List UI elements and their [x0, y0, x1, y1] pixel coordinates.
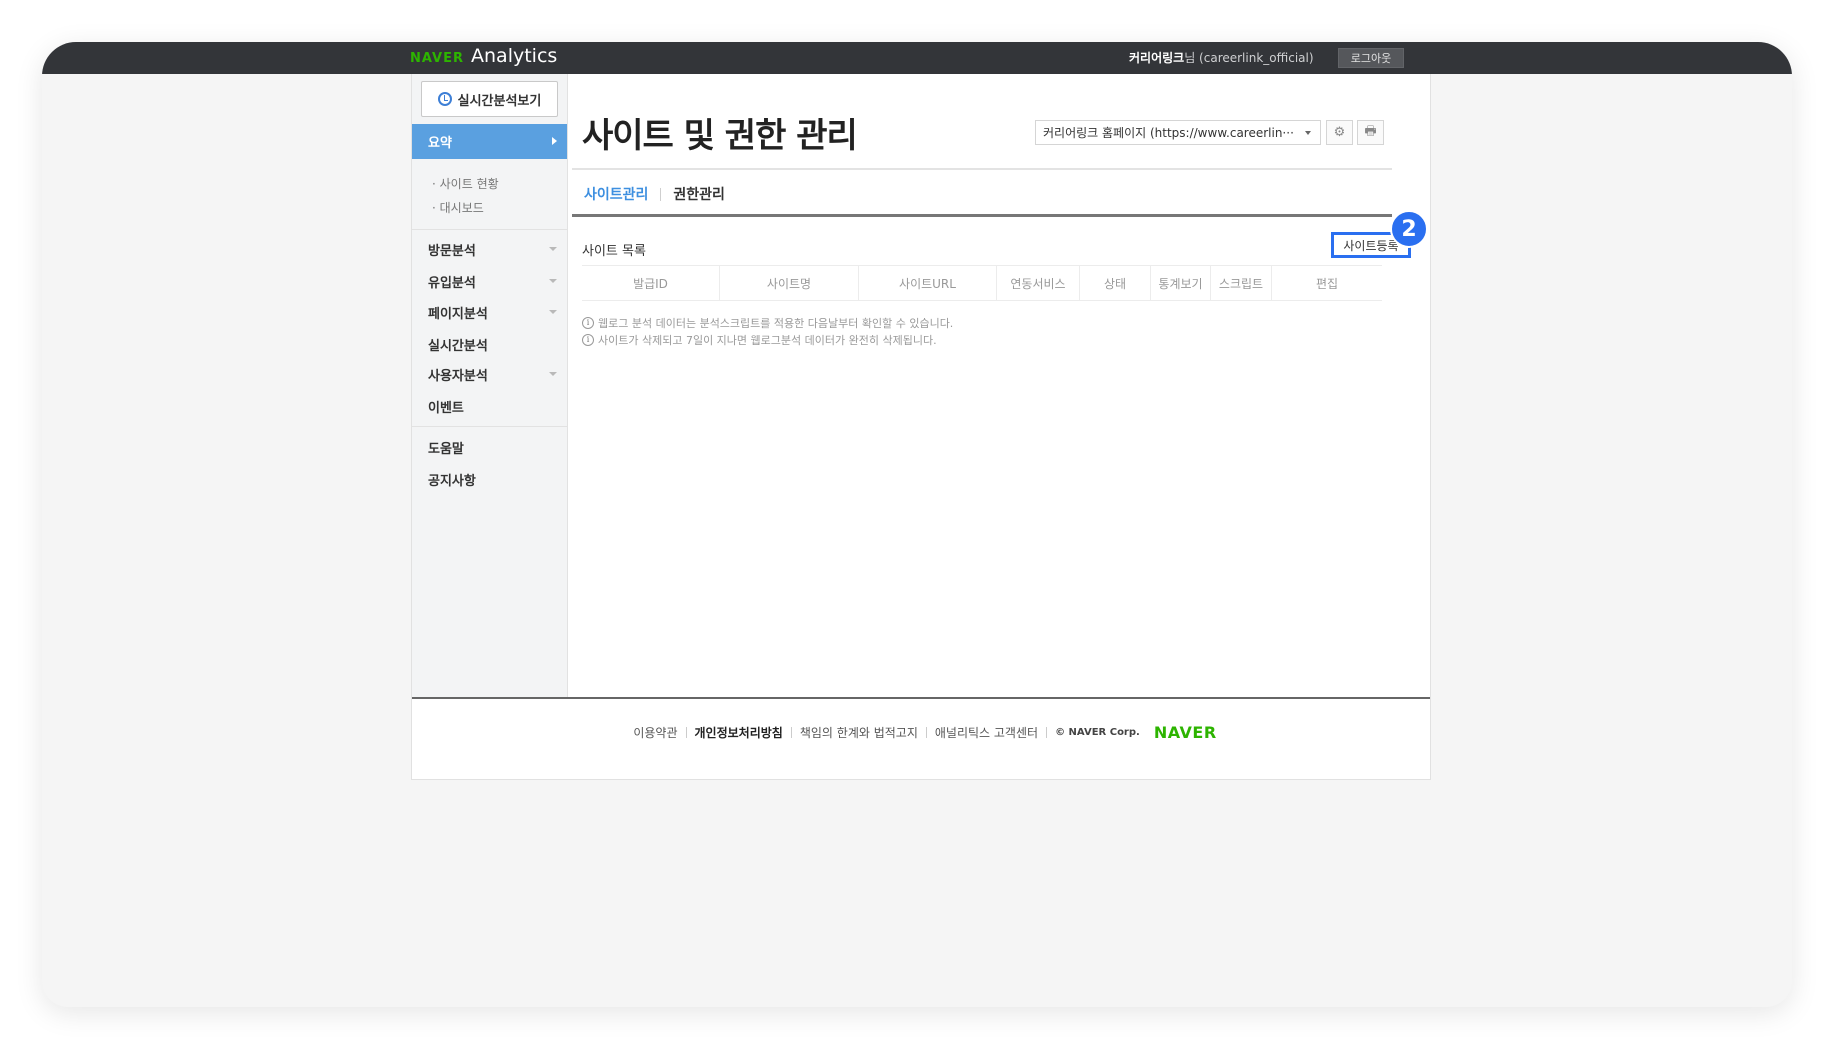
sidebar-item-summary[interactable]: 요약 [412, 124, 567, 159]
sidebar-item-label: 사용자분석 [428, 368, 488, 384]
sidebar-item-realtime-analysis[interactable]: 실시간분석 [412, 327, 567, 361]
column-header-script: 스크립트 [1211, 266, 1272, 300]
naver-wordmark: NAVER [410, 51, 465, 66]
realtime-analysis-button[interactable]: 실시간분석보기 [421, 81, 558, 117]
footer-link-disclaimer[interactable]: 책임의 한계와 법적고지 [792, 724, 926, 741]
sidebar-item-label: 이벤트 [428, 400, 464, 416]
column-header-site-name: 사이트명 [720, 266, 859, 300]
site-table-header: 발급ID 사이트명 사이트URL 연동서비스 상태 통계보기 스크립트 편집 [582, 265, 1382, 301]
info-note: i 사이트가 삭제되고 7일이 지나면 웹로그분석 데이터가 완전히 삭제됩니다… [582, 331, 953, 348]
footer-link-privacy[interactable]: 개인정보처리방침 [687, 724, 791, 741]
sidebar-item-user-analysis[interactable]: 사용자분석 [412, 357, 567, 391]
column-header-view-stats: 통계보기 [1151, 266, 1211, 300]
user-name: 커리어링크 [1129, 51, 1185, 65]
print-icon: 🖶 [1364, 123, 1377, 139]
chevron-down-icon [549, 279, 557, 283]
footer-separator [1046, 727, 1048, 738]
title-divider [572, 168, 1392, 170]
user-account: 님 (careerlink_official) [1184, 51, 1314, 65]
top-bar: NAVER Analytics 커리어링크 님 (careerlink_offi… [42, 42, 1792, 74]
sidebar-item-label: 실시간분석 [428, 338, 488, 354]
caret-right-icon [552, 137, 557, 145]
tab-site-management[interactable]: 사이트관리 [584, 184, 648, 204]
sidebar-item-page-analysis[interactable]: 페이지분석 [412, 295, 567, 329]
tab-separator [660, 187, 662, 201]
info-note-text: 웹로그 분석 데이터는 분석스크립트를 적용한 다음날부터 확인할 수 있습니다… [598, 316, 954, 330]
info-icon: i [582, 316, 594, 329]
logout-button[interactable]: 로그아웃 [1338, 48, 1404, 68]
sidebar-item-visit-analysis[interactable]: 방문분석 [412, 232, 567, 266]
app-window: NAVER Analytics 커리어링크 님 (careerlink_offi… [42, 42, 1792, 1007]
column-header-site-url: 사이트URL [859, 266, 997, 300]
dropdown-arrow-icon [1305, 131, 1311, 135]
column-header-linked-service: 연동서비스 [997, 266, 1080, 300]
sidebar-item-label: 공지사항 [428, 473, 476, 489]
tabs-divider [572, 214, 1392, 217]
sidebar-divider [412, 229, 567, 230]
info-note-text: 사이트가 삭제되고 7일이 지나면 웹로그분석 데이터가 완전히 삭제됩니다. [598, 333, 937, 347]
sidebar-item-inflow-analysis[interactable]: 유입분석 [412, 264, 567, 298]
sidebar: 실시간분석보기 요약 · 사이트 현황 · 대시보드 방문분석 유입분석 페이지… [412, 74, 568, 697]
clock-icon [437, 92, 452, 106]
settings-button[interactable]: ⚙ [1326, 120, 1353, 145]
sidebar-item-events[interactable]: 이벤트 [412, 389, 567, 423]
chevron-down-icon [549, 310, 557, 314]
sidebar-item-label: 유입분석 [428, 275, 476, 291]
user-info: 커리어링크 님 (careerlink_official) [1129, 49, 1314, 66]
footer-links: 이용약관 개인정보처리방침 책임의 한계와 법적고지 애널리틱스 고객센터 © … [412, 723, 1430, 742]
management-tabs: 사이트관리 권한관리 [584, 184, 725, 204]
sidebar-item-label: 방문분석 [428, 243, 476, 259]
analytics-wordmark: Analytics [471, 45, 558, 67]
sidebar-item-help[interactable]: 도움말 [412, 430, 567, 464]
main-content: 사이트 및 권한 관리 커리어링크 홈페이지 (https://www.care… [569, 74, 1431, 697]
footer-link-customer-center[interactable]: 애널리틱스 고객센터 [927, 724, 1046, 741]
footer-link-terms[interactable]: 이용약관 [625, 724, 685, 741]
column-header-status: 상태 [1080, 266, 1151, 300]
chevron-down-icon [549, 372, 557, 376]
chevron-down-icon [549, 247, 557, 251]
subnav-item-dashboard[interactable]: · 대시보드 [432, 196, 499, 220]
info-notes: i 웹로그 분석 데이터는 분석스크립트를 적용한 다음날부터 확인할 수 있습… [582, 314, 953, 348]
site-selector-value: 커리어링크 홈페이지 (https://www.careerlin··· [1043, 126, 1294, 140]
sidebar-item-label: 도움말 [428, 441, 464, 457]
site-selector[interactable]: 커리어링크 홈페이지 (https://www.careerlin··· [1035, 120, 1321, 145]
print-button[interactable]: 🖶 [1357, 120, 1384, 145]
brand-logo[interactable]: NAVER Analytics [410, 45, 557, 71]
tab-permission-management[interactable]: 권한관리 [673, 184, 725, 204]
summary-subnav: · 사이트 현황 · 대시보드 [432, 172, 499, 220]
sidebar-item-notice[interactable]: 공지사항 [412, 462, 567, 496]
footer: 이용약관 개인정보처리방침 책임의 한계와 법적고지 애널리틱스 고객센터 © … [412, 697, 1430, 779]
subnav-item-site-status[interactable]: · 사이트 현황 [432, 172, 499, 196]
sidebar-item-label: 페이지분석 [428, 306, 488, 322]
page-container: 실시간분석보기 요약 · 사이트 현황 · 대시보드 방문분석 유입분석 페이지… [411, 74, 1431, 780]
copyright: © NAVER Corp. [1055, 727, 1140, 738]
column-header-edit: 편집 [1315, 276, 1339, 291]
gear-icon: ⚙ [1333, 125, 1346, 140]
info-icon: i [582, 333, 594, 346]
realtime-analysis-label: 실시간분석보기 [457, 93, 542, 109]
page-title: 사이트 및 권한 관리 [582, 116, 858, 156]
sidebar-divider [412, 426, 567, 427]
column-header-issued-id: 발급ID [582, 266, 720, 300]
step-badge: 2 [1390, 210, 1428, 248]
naver-footer-logo[interactable]: NAVER [1154, 723, 1217, 742]
sidebar-item-label: 요약 [428, 136, 452, 151]
info-note: i 웹로그 분석 데이터는 분석스크립트를 적용한 다음날부터 확인할 수 있습… [582, 314, 953, 331]
site-list-title: 사이트 목록 [582, 244, 646, 259]
